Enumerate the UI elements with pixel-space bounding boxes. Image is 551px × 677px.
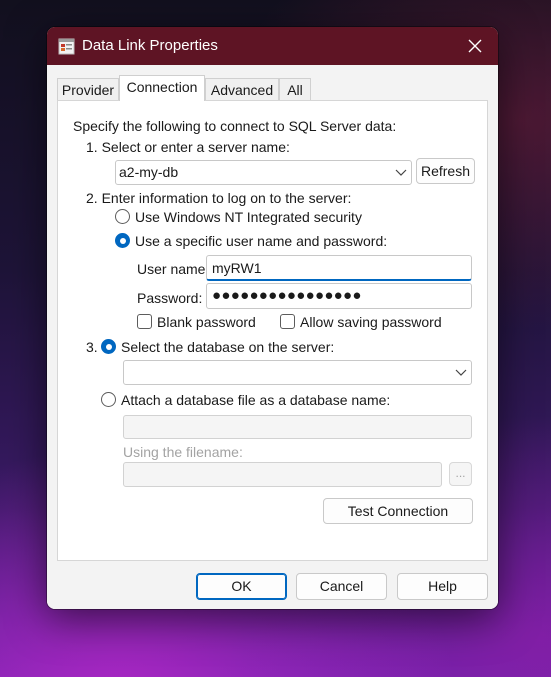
tab-provider-label: Provider	[61, 82, 115, 98]
test-connection-button[interactable]: Test Connection	[323, 498, 473, 524]
window-title: Data Link Properties	[82, 37, 218, 54]
specific-user-label: Use a specific user name and password:	[135, 233, 388, 249]
close-button[interactable]	[452, 27, 498, 65]
close-icon	[468, 39, 482, 53]
specific-user-radio[interactable]	[115, 233, 130, 248]
attach-database-label: Attach a database file as a database nam…	[121, 392, 391, 408]
cancel-button[interactable]: Cancel	[296, 573, 387, 600]
tab-connection[interactable]: Connection	[119, 75, 205, 101]
connection-intro-text: Specify the following to connect to SQL …	[73, 118, 397, 134]
filename-input[interactable]	[123, 462, 442, 487]
server-name-combobox[interactable]: a2-my-db	[115, 160, 412, 185]
tab-all-label: All	[287, 82, 303, 98]
step2-label: 2. Enter information to log on to the se…	[86, 190, 352, 206]
attach-database-name-input[interactable]	[123, 415, 472, 439]
data-link-app-icon	[57, 36, 77, 56]
connection-tab-panel: Specify the following to connect to SQL …	[57, 100, 488, 561]
using-filename-label: Using the filename:	[123, 444, 243, 460]
username-label: User name:	[137, 261, 210, 277]
select-database-radio[interactable]	[101, 339, 116, 354]
password-label: Password:	[137, 290, 203, 306]
blank-password-label: Blank password	[157, 314, 256, 330]
tab-advanced-label: Advanced	[210, 82, 274, 98]
chevron-down-icon	[455, 369, 467, 376]
windows-nt-security-label: Use Windows NT Integrated security	[135, 209, 362, 225]
tab-provider[interactable]: Provider	[57, 78, 119, 100]
browse-button[interactable]: ...	[449, 462, 472, 486]
data-link-properties-dialog: Data Link Properties Provider Connection…	[47, 27, 498, 609]
ok-button[interactable]: OK	[196, 573, 287, 600]
allow-saving-password-label: Allow saving password	[300, 314, 442, 330]
select-database-label: Select the database on the server:	[121, 339, 335, 355]
password-value: ●●●●●●●●●●●●●●●●	[212, 287, 362, 304]
server-name-value: a2-my-db	[119, 164, 179, 180]
tab-connection-label: Connection	[126, 79, 198, 95]
chevron-down-icon	[395, 169, 407, 176]
tab-advanced[interactable]: Advanced	[205, 78, 279, 100]
refresh-button[interactable]: Refresh	[416, 158, 475, 184]
attach-database-radio[interactable]	[101, 392, 116, 407]
allow-saving-password-checkbox[interactable]	[280, 314, 295, 329]
dialog-footer: OK Cancel Help	[47, 563, 498, 609]
step3-number: 3.	[86, 339, 98, 355]
title-bar: Data Link Properties	[47, 27, 498, 65]
tab-all[interactable]: All	[279, 78, 311, 100]
blank-password-checkbox[interactable]	[137, 314, 152, 329]
username-value: myRW1	[212, 260, 262, 276]
username-input[interactable]: myRW1	[206, 255, 472, 281]
windows-nt-security-radio[interactable]	[115, 209, 130, 224]
help-button[interactable]: Help	[397, 573, 488, 600]
step1-label: 1. Select or enter a server name:	[86, 139, 290, 155]
password-input[interactable]: ●●●●●●●●●●●●●●●●	[206, 283, 472, 309]
database-combobox[interactable]	[123, 360, 472, 385]
